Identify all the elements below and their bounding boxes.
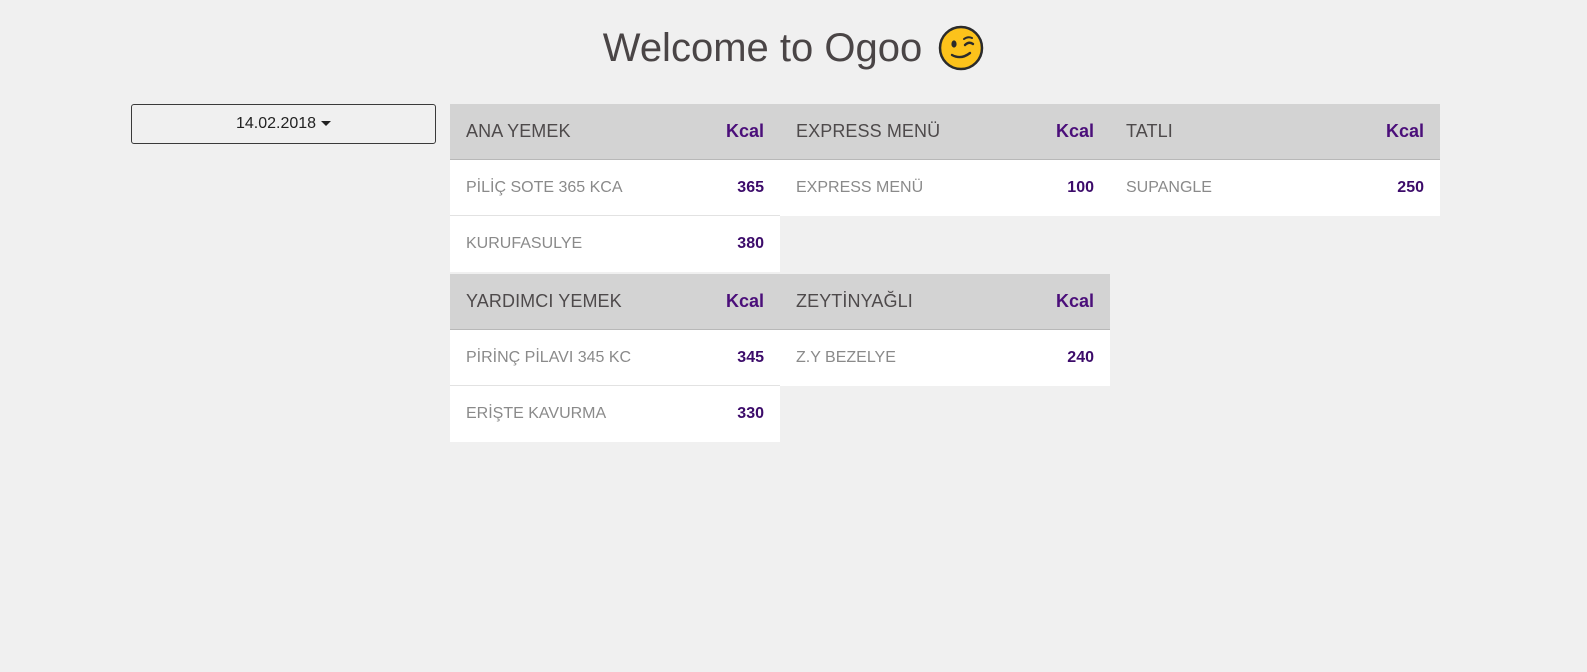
menu-card-ana-yemek: ANA YEMEK Kcal PİLİÇ SOTE 365 KCA 365 KU… bbox=[450, 104, 780, 272]
category-name: TATLI bbox=[1126, 121, 1173, 141]
menu-item-kcal: 100 bbox=[1067, 179, 1094, 196]
kcal-header: Kcal bbox=[725, 291, 764, 311]
menu-item-name: KURUFASULYE bbox=[466, 235, 583, 252]
kcal-header: Kcal bbox=[1055, 291, 1094, 311]
menu-header: EXPRESS MENÜ Kcal bbox=[780, 104, 1110, 160]
category-name: ZEYTİNYAĞLI bbox=[796, 291, 913, 311]
menu-item-kcal: 330 bbox=[737, 405, 764, 422]
kcal-header: Kcal bbox=[1055, 121, 1094, 141]
menu-card-tatli: TATLI Kcal SUPANGLE 250 bbox=[1110, 104, 1440, 216]
menu-card-express-menu: EXPRESS MENÜ Kcal EXPRESS MENÜ 100 bbox=[780, 104, 1110, 216]
category-name: EXPRESS MENÜ bbox=[796, 121, 941, 141]
category-name: YARDIMCI YEMEK bbox=[466, 291, 622, 311]
page-title-container: Welcome to Ogoo bbox=[0, 22, 1587, 74]
menu-item-kcal: 365 bbox=[737, 178, 764, 196]
menu-item-name: PİRİNÇ PİLAVI 345 KC bbox=[466, 348, 632, 366]
menu-item-kcal: 345 bbox=[737, 348, 764, 366]
menu-item: KURUFASULYE 380 bbox=[450, 216, 780, 272]
kcal-header: Kcal bbox=[725, 121, 764, 141]
menu-item-name: ERİŞTE KAVURMA bbox=[466, 405, 607, 422]
menu-header: ANA YEMEK Kcal bbox=[450, 104, 780, 160]
page-title: Welcome to Ogoo bbox=[602, 26, 923, 70]
menu-item-kcal: 250 bbox=[1397, 179, 1424, 196]
menu-item: SUPANGLE 250 bbox=[1110, 160, 1440, 216]
menu-item: PİRİNÇ PİLAVI 345 KC 345 bbox=[450, 330, 780, 386]
date-dropdown-value: 14.02.2018 bbox=[235, 115, 317, 132]
menu-item-name: EXPRESS MENÜ bbox=[796, 179, 924, 196]
category-name: ANA YEMEK bbox=[466, 121, 571, 141]
menu-card-yardimci-yemek: YARDIMCI YEMEK Kcal PİRİNÇ PİLAVI 345 KC… bbox=[450, 274, 780, 442]
menu-item-name: PİLİÇ SOTE 365 KCA bbox=[466, 178, 623, 196]
menu-card-zeytinyagli: ZEYTİNYAĞLI Kcal Z.Y BEZELYE 240 bbox=[780, 274, 1110, 386]
menu-header: ZEYTİNYAĞLI Kcal bbox=[780, 274, 1110, 330]
menu-item-kcal: 240 bbox=[1067, 349, 1094, 366]
menu-item: Z.Y BEZELYE 240 bbox=[780, 330, 1110, 386]
menu-header: YARDIMCI YEMEK Kcal bbox=[450, 274, 780, 330]
menu-item-kcal: 380 bbox=[737, 235, 764, 252]
menu-item: ERİŞTE KAVURMA 330 bbox=[450, 386, 780, 442]
caret-down-icon bbox=[321, 120, 332, 126]
menu-item: EXPRESS MENÜ 100 bbox=[780, 160, 1110, 216]
kcal-header: Kcal bbox=[1385, 121, 1424, 141]
winking-face-icon bbox=[938, 25, 984, 71]
menu-header: TATLI Kcal bbox=[1110, 104, 1440, 160]
date-dropdown[interactable]: 14.02.2018 bbox=[131, 104, 436, 144]
menu-item-name: SUPANGLE bbox=[1126, 179, 1212, 196]
menu-item-name: Z.Y BEZELYE bbox=[796, 349, 896, 366]
menu-item: PİLİÇ SOTE 365 KCA 365 bbox=[450, 160, 780, 216]
